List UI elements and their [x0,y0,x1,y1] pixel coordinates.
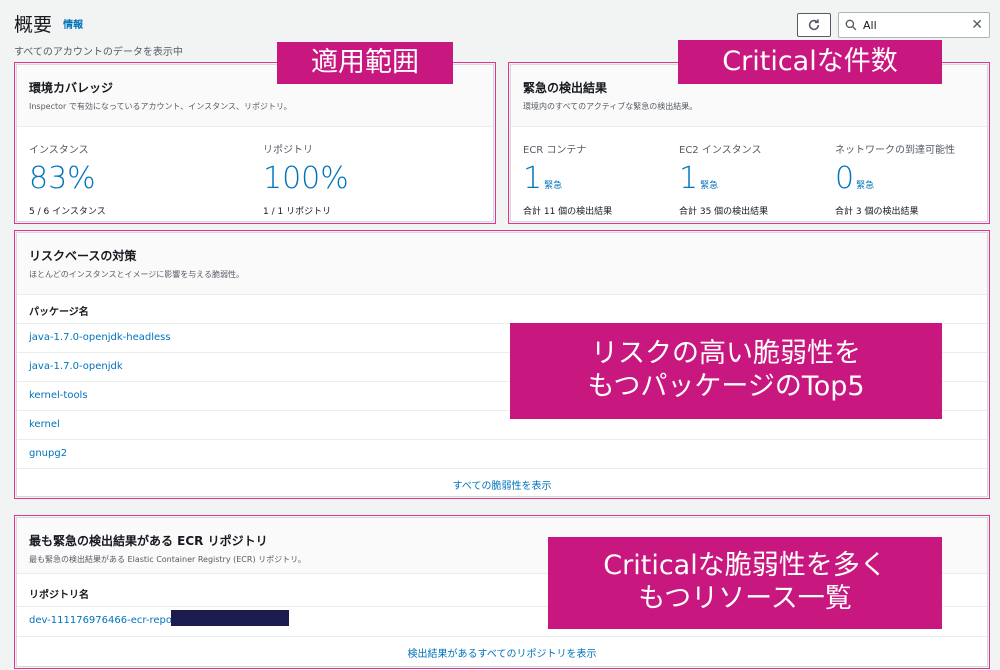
page-header: 概要 情報 すべてのアカウントのデータを表示中 [14,10,183,58]
view-all-vulnerabilities-link[interactable]: すべての脆弱性を表示 [17,477,987,492]
ec2-critical-foot: 合計 35 個の検出結果 [679,207,769,217]
package-row[interactable]: java-1.7.0-openjdk [29,361,123,372]
ecr-critical-number[interactable]: 1 [523,161,542,196]
divider [17,636,987,637]
ec2-critical-label: EC2 インスタンス [679,145,762,156]
callout-critical-count: Criticalな件数 [678,40,942,84]
package-column-header[interactable]: パッケージ名 [29,303,89,318]
repository-row[interactable]: dev-111176976466-ecr-reposit [29,615,184,626]
network-critical-unit: 緊急 [856,181,875,191]
callout-resources-line2: もつリソース一覧 [638,583,852,614]
network-critical-metric: ネットワークの到達可能性 0 緊急 合計 3 個の検出結果 [835,141,955,217]
info-link[interactable]: 情報 [63,20,83,31]
critical-panel: 緊急の検出結果 環境内のすべてのアクティブな緊急の検出結果。 ECR コンテナ … [508,62,990,224]
coverage-desc: Inspector で有効になっているアカウント、インスタンス、リポジトリ。 [29,102,292,111]
network-critical-label: ネットワークの到達可能性 [835,145,955,156]
ec2-critical-metric: EC2 インスタンス 1 緊急 合計 35 個の検出結果 [679,141,768,217]
network-critical-value[interactable]: 0 緊急 [835,164,955,194]
page-title: 概要 [14,14,53,36]
repos-label: リポジトリ [263,145,313,156]
package-row[interactable]: java-1.7.0-openjdk-headless [29,332,171,343]
ecr-critical-label: ECR コンテナ [523,145,587,156]
redaction-bar [171,610,289,626]
instances-foot: 5 / 6 インスタンス [29,207,106,217]
instances-metric: インスタンス 83% 5 / 6 インスタンス [29,141,106,217]
ec2-critical-value[interactable]: 1 緊急 [679,164,768,194]
ecr-critical-unit: 緊急 [544,181,563,191]
callout-resources-line1: Criticalな脆弱性を多く [603,550,887,582]
instances-label: インスタンス [29,145,89,156]
ec2-critical-number[interactable]: 1 [679,161,698,196]
search-box[interactable]: All ✕ [838,12,990,38]
refresh-button[interactable] [797,13,831,37]
ecr-critical-foot: 合計 11 個の検出結果 [523,207,613,217]
search-input[interactable]: All [863,19,971,32]
refresh-icon [808,19,820,31]
package-row[interactable]: gnupg2 [29,448,67,459]
view-all-repositories-link[interactable]: 検出結果があるすべてのリポジトリを表示 [17,645,987,660]
callout-scope: 適用範囲 [277,42,453,84]
divider [17,439,987,440]
risk-title: リスクベースの対策 [29,249,137,263]
ecr-critical-metric: ECR コンテナ 1 緊急 合計 11 個の検出結果 [523,141,612,217]
package-row[interactable]: kernel-tools [29,390,88,401]
callout-top5: リスクの高い脆弱性を もつパッケージのTop5 [510,323,942,419]
ec2-critical-unit: 緊急 [700,181,719,191]
callout-top5-line2: もつパッケージのTop5 [587,371,865,402]
network-critical-number[interactable]: 0 [835,161,854,196]
risk-desc: ほとんどのインスタンスとイメージに影響を与える脆弱性。 [29,270,245,279]
coverage-panel: 環境カバレッジ Inspector で有効になっているアカウント、インスタンス、… [14,62,496,224]
divider [17,468,987,469]
clear-icon[interactable]: ✕ [971,17,983,33]
repos-value: 100% [263,161,349,196]
callout-resources: Criticalな脆弱性を多く もつリソース一覧 [548,537,942,629]
instances-value: 83% [29,161,96,196]
network-critical-foot: 合計 3 個の検出結果 [835,207,919,217]
repos-metric: リポジトリ 100% 1 / 1 リポジトリ [263,141,349,217]
repos-foot: 1 / 1 リポジトリ [263,207,332,217]
page-subtitle: すべてのアカウントのデータを表示中 [14,47,183,58]
repository-column-header[interactable]: リポジトリ名 [29,586,89,601]
package-row[interactable]: kernel [29,419,60,430]
ecr-critical-value[interactable]: 1 緊急 [523,164,612,194]
callout-top5-line1: リスクの高い脆弱性を [591,338,861,370]
search-icon [845,19,857,31]
critical-desc: 環境内のすべてのアクティブな緊急の検出結果。 [523,102,698,111]
